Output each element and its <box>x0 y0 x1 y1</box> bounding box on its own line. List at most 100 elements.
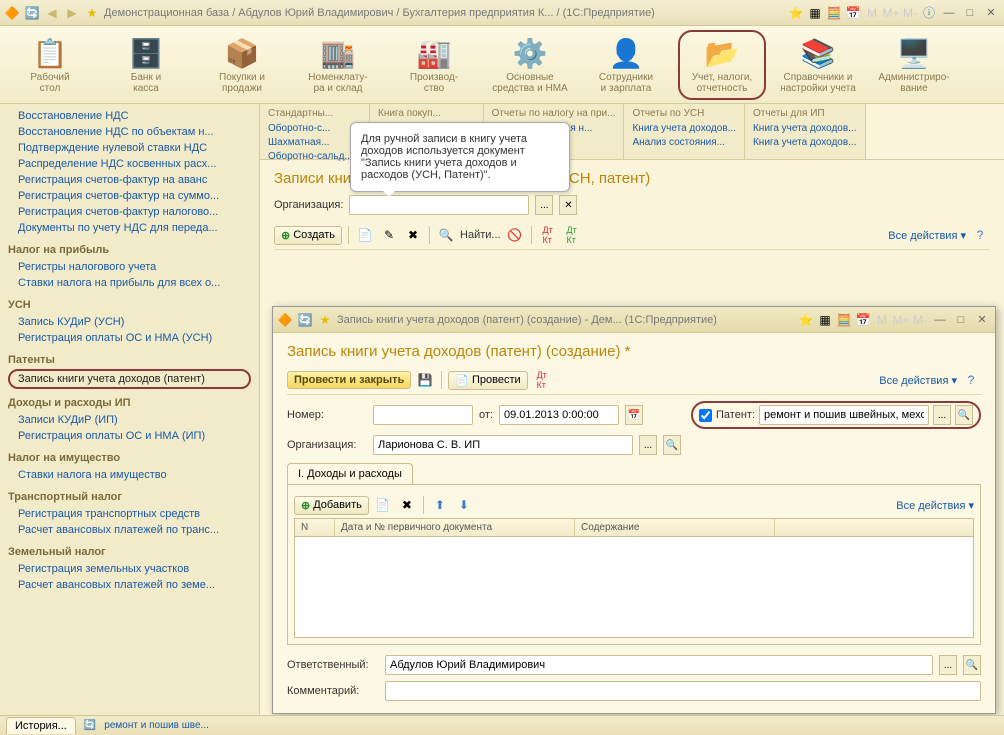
status-link[interactable]: ремонт и пошив шве... <box>104 720 209 731</box>
table-col-header[interactable]: N <box>295 519 335 536</box>
sidebar-item[interactable]: Регистрация счетов-фактур налогово... <box>8 204 251 220</box>
patent-checkbox[interactable] <box>699 409 712 422</box>
sidebar-item[interactable]: Распределение НДС косвенных расх... <box>8 156 251 172</box>
up-icon[interactable]: ⬆ <box>430 495 450 515</box>
toolbtn-Справочники и[interactable]: 📚Справочники инастройки учета <box>774 34 862 96</box>
search-icon[interactable]: 🔍 <box>436 225 456 245</box>
save-icon[interactable]: 💾 <box>415 370 435 390</box>
sidebar-item[interactable]: Регистры налогового учета <box>8 259 251 275</box>
patent-select-btn[interactable]: ... <box>933 405 951 425</box>
sidebar-item[interactable]: Восстановление НДС <box>8 108 251 124</box>
toolbtn-Основные[interactable]: ⚙️Основныесредства и НМА <box>486 34 574 96</box>
panel-link[interactable]: Книга учета доходов... <box>753 136 857 150</box>
comment-input[interactable] <box>385 681 981 701</box>
provesti-btn[interactable]: 📄Провести <box>448 371 527 390</box>
sidebar-item[interactable]: Запись КУДиР (УСН) <box>8 314 251 330</box>
date-input[interactable] <box>499 405 619 425</box>
toolbtn-Номенклату-[interactable]: 🏬Номенклату-ра и склад <box>294 34 382 96</box>
modal-mm[interactable]: M- <box>912 312 928 328</box>
find-link[interactable]: Найти... <box>460 229 501 241</box>
modal-dtkt-icon[interactable]: ДтКт <box>532 370 552 390</box>
date-picker-btn[interactable]: 📅 <box>625 405 643 425</box>
star-icon[interactable]: ★ <box>84 5 100 21</box>
table-col-header[interactable]: Содержание <box>575 519 775 536</box>
panel-link[interactable]: Оборотно-с... <box>268 122 361 136</box>
sidebar-item[interactable]: Регистрация оплаты ОС и НМА (УСН) <box>8 330 251 346</box>
fwd-icon[interactable]: ▶ <box>64 5 80 21</box>
del-row-icon[interactable]: ✖ <box>397 495 417 515</box>
cal-icon[interactable]: 📅 <box>845 5 861 21</box>
dtkt-icon[interactable]: ДтКт <box>538 225 558 245</box>
toolbtn-Банк и[interactable]: 🗄️Банк икасса <box>102 34 190 96</box>
modal-allactions[interactable]: Все действия ▾ <box>879 374 957 387</box>
modal-org-input[interactable] <box>373 435 633 455</box>
sidebar-item[interactable]: Регистрация земельных участков <box>8 561 251 577</box>
edit-icon[interactable]: 📄 <box>355 225 375 245</box>
modal-mp[interactable]: M+ <box>893 312 909 328</box>
copy-row-icon[interactable]: 📄 <box>373 495 393 515</box>
sidebar-item[interactable]: Записи КУДиР (ИП) <box>8 412 251 428</box>
back-icon[interactable]: ◀ <box>44 5 60 21</box>
sidebar-item[interactable]: Документы по учету НДС для переда... <box>8 220 251 236</box>
toolbtn-Учет, налоги,[interactable]: 📂Учет, налоги,отчетность <box>678 30 766 100</box>
m-icon[interactable]: M <box>864 5 880 21</box>
toolbtn-Рабочий[interactable]: 📋Рабочийстол <box>6 34 94 96</box>
create-btn[interactable]: ⊕Создать <box>274 226 342 245</box>
modal-help-icon[interactable]: ? <box>961 370 981 390</box>
dtkt2-icon[interactable]: ДтКт <box>562 225 582 245</box>
sidebar-item[interactable]: Регистрация транспортных средств <box>8 506 251 522</box>
close-btn[interactable]: ✕ <box>982 5 1000 21</box>
tab-income[interactable]: I. Доходы и расходы <box>287 463 413 484</box>
delete-icon[interactable]: ✖ <box>403 225 423 245</box>
toolbtn-Производ-[interactable]: 🏭Производ-ство <box>390 34 478 96</box>
help-icon[interactable]: ? <box>970 225 990 245</box>
add-row-btn[interactable]: ⊕Добавить <box>294 496 369 515</box>
mminus-icon[interactable]: M- <box>902 5 918 21</box>
resp-input[interactable] <box>385 655 933 675</box>
org-input[interactable] <box>349 195 529 215</box>
clear-search-icon[interactable]: 🚫 <box>505 225 525 245</box>
modal-cal-icon[interactable]: 📅 <box>855 312 871 328</box>
number-input[interactable] <box>373 405 473 425</box>
panel-link[interactable]: Анализ состояния... <box>632 136 736 150</box>
sidebar-item[interactable]: Расчет авансовых платежей по транс... <box>8 522 251 538</box>
sidebar-item[interactable]: Подтверждение нулевой ставки НДС <box>8 140 251 156</box>
modal-org-select[interactable]: ... <box>639 435 657 455</box>
modal-refresh-icon[interactable]: 🔄 <box>297 312 313 328</box>
modal-org-open[interactable]: 🔍 <box>663 435 681 455</box>
sidebar-item[interactable]: Восстановление НДС по объектам н... <box>8 124 251 140</box>
grid-icon[interactable]: ▦ <box>807 5 823 21</box>
modal-calc-icon[interactable]: 🧮 <box>836 312 852 328</box>
calc-icon[interactable]: 🧮 <box>826 5 842 21</box>
resp-select[interactable]: ... <box>939 655 957 675</box>
patent-input[interactable] <box>759 405 929 425</box>
submit-btn[interactable]: Провести и закрыть <box>287 371 411 389</box>
table-area[interactable]: NДата и № первичного документаСодержание <box>294 518 974 638</box>
sidebar-item[interactable]: Запись книги учета доходов (патент) <box>8 369 251 389</box>
sidebar-item[interactable]: Регистрация счетов-фактур на аванс <box>8 172 251 188</box>
modal-close[interactable]: ✕ <box>973 312 991 328</box>
patent-open-btn[interactable]: 🔍 <box>955 405 973 425</box>
org-select-btn[interactable]: ... <box>535 195 553 215</box>
sidebar-item[interactable]: Регистрация оплаты ОС и НМА (ИП) <box>8 428 251 444</box>
panel-link[interactable]: Оборотно-сальд... <box>268 150 361 164</box>
modal-fav-icon[interactable]: ⭐ <box>798 312 814 328</box>
mplus-icon[interactable]: M+ <box>883 5 899 21</box>
modal-grid-icon[interactable]: ▦ <box>817 312 833 328</box>
info-icon[interactable]: ⓘ <box>921 5 937 21</box>
max-btn[interactable]: □ <box>961 5 979 21</box>
sidebar-item[interactable]: Ставки налога на прибыль для всех о... <box>8 275 251 291</box>
resp-open[interactable]: 🔍 <box>963 655 981 675</box>
history-tab[interactable]: История... <box>6 717 76 734</box>
modal-min[interactable]: — <box>931 312 949 328</box>
toolbtn-Покупки и[interactable]: 📦Покупки ипродажи <box>198 34 286 96</box>
down-icon[interactable]: ⬇ <box>454 495 474 515</box>
modal-m[interactable]: M <box>874 312 890 328</box>
org-clear-btn[interactable]: ✕ <box>559 195 577 215</box>
panel-link[interactable]: Книга учета доходов... <box>632 122 736 136</box>
panel-link[interactable]: Шахматная... <box>268 136 361 150</box>
sidebar-item[interactable]: Расчет авансовых платежей по земе... <box>8 577 251 593</box>
sidebar-item[interactable]: Регистрация счетов-фактур на суммо... <box>8 188 251 204</box>
sidebar-item[interactable]: Ставки налога на имущество <box>8 467 251 483</box>
table-col-header[interactable]: Дата и № первичного документа <box>335 519 575 536</box>
